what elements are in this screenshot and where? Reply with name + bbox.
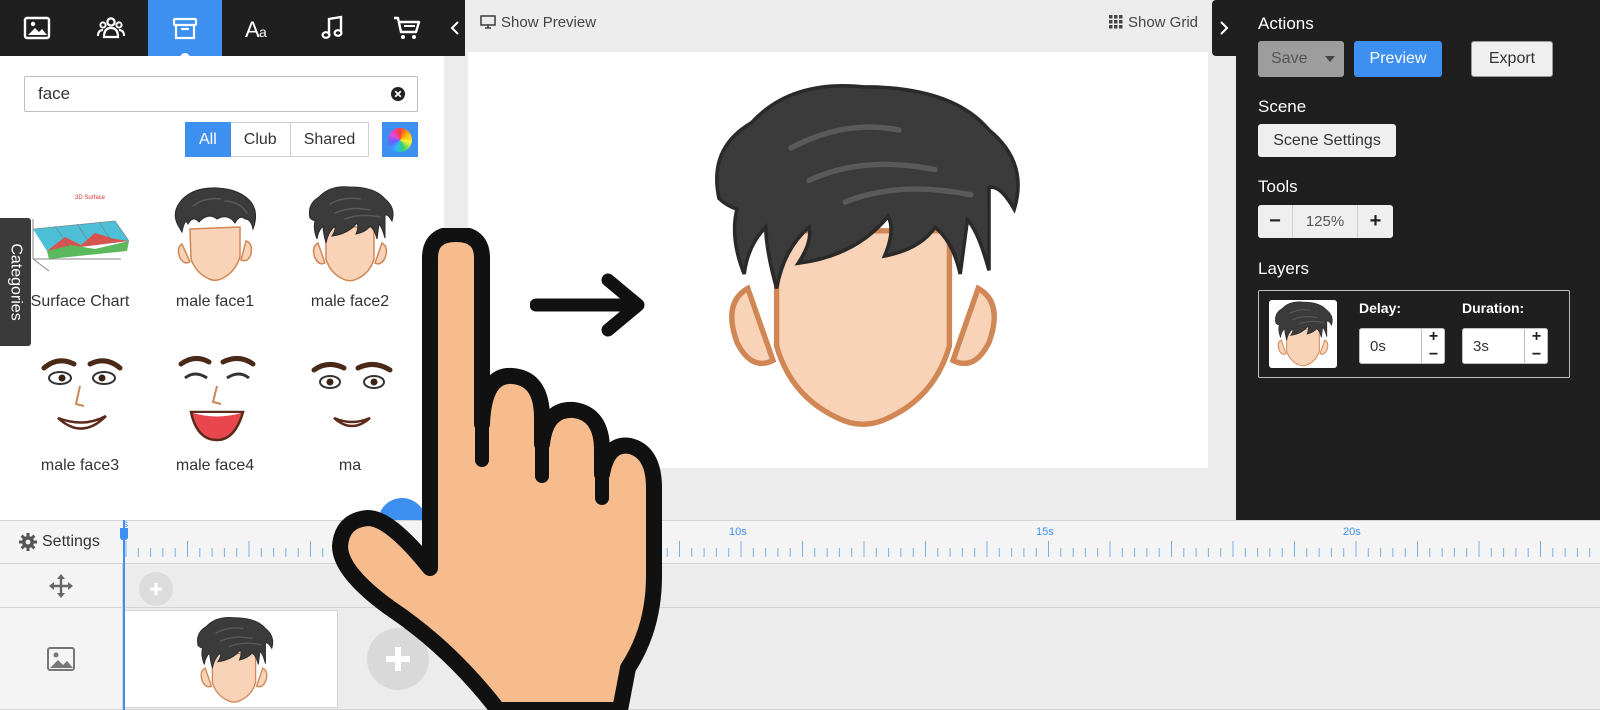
layer-thumbnail	[1269, 300, 1337, 368]
text-tab[interactable]: Aa	[222, 0, 296, 56]
zoom-control: − 125% +	[1258, 205, 1393, 238]
asset-item[interactable]: 3D Surface Surface Chart	[15, 180, 145, 311]
add-keyframe-button[interactable]	[139, 572, 173, 606]
male-face-thumbnail	[150, 180, 280, 288]
music-tab[interactable]	[296, 0, 370, 56]
timeline-clip[interactable]	[124, 610, 338, 708]
face-expression-thumbnail	[150, 344, 280, 452]
svg-text:a: a	[259, 24, 267, 40]
chevron-right-icon	[1220, 21, 1229, 35]
image-icon	[47, 646, 75, 671]
image-row-header[interactable]	[0, 608, 123, 710]
props-tab[interactable]	[148, 0, 222, 59]
timeline: Settings s 10s 15s 20s	[0, 519, 1600, 710]
male-face-character[interactable]	[683, 76, 1043, 436]
show-grid-toggle[interactable]: Show Grid	[1108, 13, 1198, 31]
shopping-cart-icon	[394, 16, 421, 39]
preview-label: Preview	[1369, 50, 1427, 67]
text-font-icon: Aa	[245, 17, 267, 42]
layer-item[interactable]: Delay: + − Duration: + −	[1258, 290, 1570, 378]
filter-all-button[interactable]: All	[185, 122, 231, 157]
save-label: Save	[1271, 50, 1308, 67]
collapse-right-panel-button[interactable]	[1212, 0, 1236, 56]
playhead[interactable]	[123, 520, 125, 710]
caret-down-icon[interactable]	[1324, 55, 1336, 63]
filter-club-button[interactable]: Club	[230, 122, 291, 157]
delay-decrement-button[interactable]: −	[1422, 346, 1445, 364]
images-tab[interactable]	[0, 0, 74, 56]
scene-settings-label: Scene Settings	[1273, 131, 1381, 149]
color-wheel-icon	[388, 127, 412, 152]
playhead-handle[interactable]	[120, 528, 128, 540]
asset-toolbar: Aa	[0, 0, 465, 59]
save-button[interactable]: Save	[1258, 41, 1344, 77]
asset-item[interactable]: male face3	[15, 344, 145, 475]
asset-label: male face1	[175, 293, 255, 310]
export-button[interactable]: Export	[1471, 41, 1553, 77]
music-note-icon	[321, 15, 343, 39]
search-field	[24, 76, 418, 112]
ruler-label: 20s	[1343, 526, 1361, 538]
svg-text:A: A	[245, 17, 260, 42]
duration-decrement-button[interactable]: −	[1525, 346, 1548, 364]
svg-text:3D Surface: 3D Surface	[75, 195, 106, 201]
timeline-settings-button[interactable]: Settings	[0, 520, 123, 564]
image-icon	[23, 16, 51, 40]
actions-heading: Actions	[1258, 14, 1314, 33]
asset-item[interactable]: male face4	[150, 344, 280, 475]
canvas-toolbar: Show Preview Show Grid	[465, 0, 1210, 44]
asset-item[interactable]: male face1	[150, 180, 280, 311]
archive-box-icon	[172, 17, 198, 40]
pointing-hand-icon	[332, 228, 662, 710]
delay-stepper-buttons: + −	[1421, 328, 1445, 364]
ruler-label: 15s	[1036, 526, 1054, 538]
delay-label: Delay:	[1359, 300, 1402, 316]
export-label: Export	[1488, 50, 1536, 67]
clear-search-icon[interactable]	[390, 86, 406, 102]
people-icon	[97, 17, 125, 39]
asset-label: male face4	[175, 457, 255, 474]
scene-heading: Scene	[1258, 97, 1307, 116]
clip-thumbnail	[189, 615, 279, 705]
surface-chart-thumbnail: 3D Surface	[15, 180, 145, 288]
tools-heading: Tools	[1258, 177, 1298, 196]
collapse-library-button[interactable]	[444, 0, 465, 56]
filter-tabs: All Club Shared	[185, 122, 370, 157]
zoom-out-button[interactable]: −	[1258, 205, 1293, 238]
duration-label: Duration:	[1462, 300, 1525, 316]
shop-tab[interactable]	[370, 0, 444, 56]
show-grid-label: Show Grid	[1127, 13, 1198, 31]
plus-icon	[150, 583, 162, 595]
move-arrows-icon	[49, 573, 73, 598]
timeline-settings-label: Settings	[42, 533, 100, 550]
duration-stepper-buttons: + −	[1524, 328, 1548, 364]
properties-panel: Actions Save Preview Export Scene Scene …	[1236, 0, 1600, 520]
delay-increment-button[interactable]: +	[1422, 328, 1445, 346]
chevron-left-icon	[450, 21, 459, 35]
zoom-level: 125%	[1293, 205, 1358, 238]
characters-tab[interactable]	[74, 0, 148, 56]
asset-label: male face3	[40, 457, 120, 474]
duration-stepper: + −	[1462, 328, 1548, 364]
duration-increment-button[interactable]: +	[1525, 328, 1548, 346]
gear-icon	[19, 533, 37, 551]
preview-button[interactable]: Preview	[1354, 41, 1442, 77]
color-filter-button[interactable]	[382, 122, 418, 157]
delay-stepper: + −	[1359, 328, 1445, 364]
scene-settings-button[interactable]: Scene Settings	[1258, 124, 1396, 157]
search-input[interactable]	[25, 77, 365, 111]
grid-icon	[1108, 15, 1123, 29]
monitor-icon	[480, 15, 496, 29]
filter-shared-button[interactable]: Shared	[290, 122, 370, 157]
asset-label: Surface Chart	[30, 293, 130, 310]
face-expression-thumbnail	[15, 344, 145, 452]
show-preview-toggle[interactable]: Show Preview	[480, 14, 596, 31]
ruler-label: 10s	[729, 526, 747, 538]
layers-heading: Layers	[1258, 259, 1310, 278]
zoom-in-button[interactable]: +	[1358, 205, 1393, 238]
move-row-header[interactable]	[0, 564, 123, 608]
show-preview-label: Show Preview	[501, 13, 597, 31]
